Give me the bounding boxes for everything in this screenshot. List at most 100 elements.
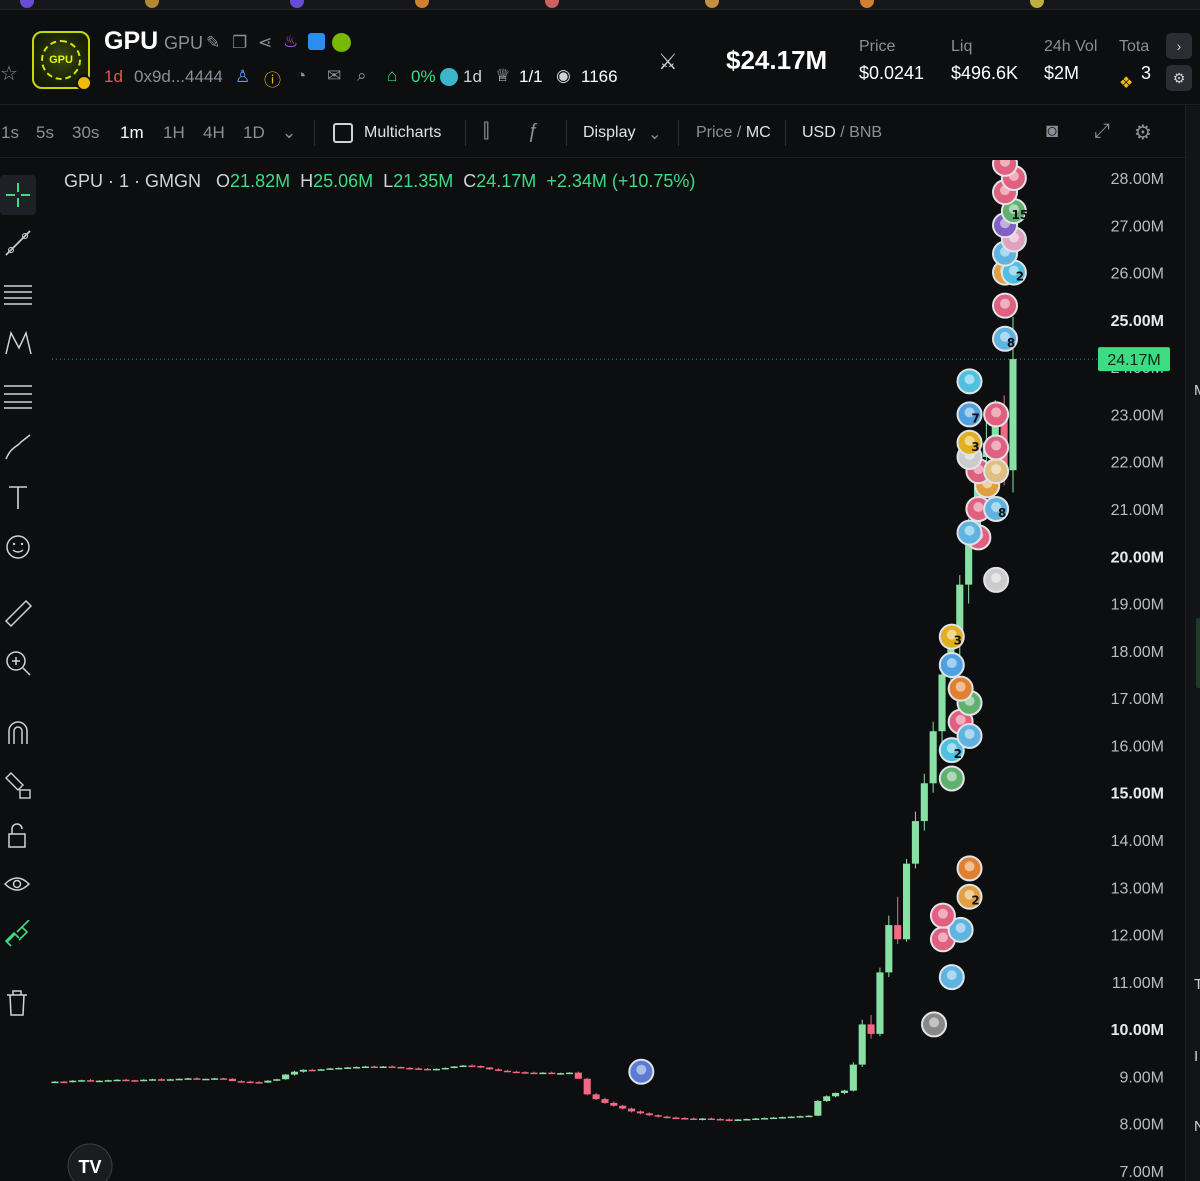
favorite-star-icon[interactable]: ☆	[0, 61, 18, 86]
ticker-token-icon	[145, 0, 159, 8]
candle-body	[69, 1080, 77, 1083]
holders-chart-icon[interactable]: ◔	[296, 66, 306, 86]
emoji-tool[interactable]	[0, 527, 36, 567]
trade-marker-count: 15	[1012, 208, 1029, 222]
candle-body	[1009, 359, 1017, 471]
timeframe-1d[interactable]: 1D	[243, 123, 265, 143]
timeframe-5s[interactable]: 5s	[36, 123, 54, 143]
lock-drawing-tool[interactable]	[0, 765, 36, 805]
timeframe-1m[interactable]: 1m	[120, 123, 144, 143]
ticker-strip[interactable]	[0, 0, 1200, 10]
candle-body	[335, 1067, 343, 1070]
candle-body	[645, 1113, 653, 1116]
right-panel-label: T	[1194, 976, 1200, 993]
price-option[interactable]: Price	[696, 124, 732, 141]
trade-marker-count: 2	[954, 747, 962, 761]
mc-option[interactable]: MC	[746, 124, 771, 141]
timeframe-1h[interactable]: 1H	[163, 123, 185, 143]
magnet-icon	[8, 721, 28, 744]
contract-address[interactable]: 0x9d...4444	[134, 67, 223, 87]
link-tool[interactable]	[0, 915, 36, 955]
candle-style-icon[interactable]: ⫿	[483, 120, 489, 143]
timeframe-4h[interactable]: 4H	[203, 123, 225, 143]
expand-panel-button[interactable]: ›	[1166, 33, 1192, 59]
trend-line-icon	[5, 230, 31, 256]
candle-body	[805, 1115, 813, 1118]
hide-drawings-tool[interactable]	[0, 865, 36, 905]
ruler-icon	[4, 599, 33, 628]
dev-user-icon[interactable]: ♙	[235, 67, 250, 87]
fullscreen-icon[interactable]: ⤢	[1094, 120, 1110, 143]
unlock-icon	[8, 823, 26, 848]
pvp-swords-icon[interactable]: ⚔	[658, 49, 678, 75]
crosshair-tool[interactable]	[0, 175, 36, 215]
trash-icon	[7, 990, 27, 1016]
candle-body	[707, 1118, 715, 1121]
candle-body	[628, 1108, 636, 1112]
currency-toggle[interactable]: USD / BNB	[802, 124, 882, 142]
candle-body	[51, 1081, 59, 1084]
trend-line-tool[interactable]	[0, 223, 36, 263]
copy-icon[interactable]: ❐	[232, 33, 247, 53]
y-axis-tick-label: 17.00M	[1111, 691, 1164, 708]
horizontal-lines-icon	[4, 285, 32, 305]
trade-marker-avatar	[937, 932, 948, 943]
ruler-tool[interactable]	[0, 593, 36, 633]
brush-tool[interactable]	[0, 427, 36, 467]
pattern-icon	[5, 330, 32, 355]
timeframe-dropdown-chevron-icon[interactable]: ⌄	[282, 123, 296, 143]
bnb-option[interactable]: BNB	[849, 124, 882, 141]
pattern-tool[interactable]	[0, 323, 36, 363]
price-chart[interactable]: 28.00M27.00M26.00M25.00M24.00M23.00M22.0…	[40, 160, 1185, 1181]
candle-body	[450, 1066, 458, 1068]
timeframe-30s[interactable]: 30s	[72, 123, 99, 143]
right-panel-label: I	[1194, 1048, 1199, 1065]
candle-body	[415, 1068, 423, 1070]
candle-body	[486, 1067, 494, 1070]
fib-tool[interactable]	[0, 375, 36, 415]
warning-icon[interactable]: ⓘ	[264, 66, 281, 91]
telegram-icon[interactable]	[308, 33, 325, 50]
candle-body	[619, 1105, 627, 1109]
usd-option[interactable]: USD	[802, 124, 836, 141]
multicharts-label[interactable]: Multicharts	[364, 124, 441, 142]
candle-body	[690, 1118, 698, 1121]
ticker-token-icon	[20, 0, 34, 8]
candle-body	[157, 1079, 165, 1081]
magnet-tool[interactable]	[0, 713, 36, 753]
notes-icon[interactable]: ✉	[327, 66, 341, 86]
display-menu[interactable]: Display	[583, 124, 635, 142]
candle-body	[938, 674, 946, 732]
candle-body	[698, 1118, 707, 1121]
edit-icon[interactable]: ✎	[206, 33, 220, 53]
y-axis-tick-label: 9.00M	[1120, 1069, 1164, 1086]
token-header: ☆ GPU GPU GPU ✎ ❐ ⋖ ♨ 1d 0x9d...4444 ♙ ⓘ…	[0, 11, 1200, 105]
toolbar-divider	[314, 120, 315, 146]
camera-icon[interactable]: ◙	[1046, 120, 1058, 143]
panel-settings-button[interactable]: ⚙	[1166, 65, 1192, 91]
lock-all-tool[interactable]	[0, 815, 36, 855]
display-chevron-icon[interactable]: ⌄	[648, 124, 661, 144]
gear-icon[interactable]: ⚙	[1134, 120, 1152, 145]
search-icon[interactable]: ⌕	[357, 66, 367, 86]
price-mc-toggle[interactable]: Price / MC	[696, 124, 771, 142]
timeframe-1s[interactable]: 1s	[1, 123, 19, 143]
text-tool[interactable]	[0, 477, 36, 517]
legend-open: 21.82M	[230, 171, 291, 191]
indicators-fx-icon[interactable]: ƒ	[527, 120, 538, 143]
horizontal-lines-tool[interactable]	[0, 275, 36, 315]
multicharts-checkbox[interactable]	[333, 123, 353, 143]
tax-value: 0%	[411, 67, 436, 86]
candle-body	[840, 1090, 849, 1093]
candle-body	[299, 1069, 307, 1072]
trade-marker-avatar	[946, 970, 957, 981]
y-axis-tick-label: 20.00M	[1111, 549, 1164, 566]
pancake-icon	[440, 68, 458, 86]
last-price-tag-label: 24.17M	[1107, 352, 1160, 369]
toolbar-divider	[678, 120, 679, 146]
zoom-tool[interactable]	[0, 643, 36, 683]
candle-body	[459, 1065, 467, 1068]
share-icon[interactable]: ⋖	[258, 33, 272, 53]
delete-drawings-tool[interactable]	[0, 983, 36, 1023]
tradingview-logo[interactable]: TV	[67, 1143, 113, 1181]
